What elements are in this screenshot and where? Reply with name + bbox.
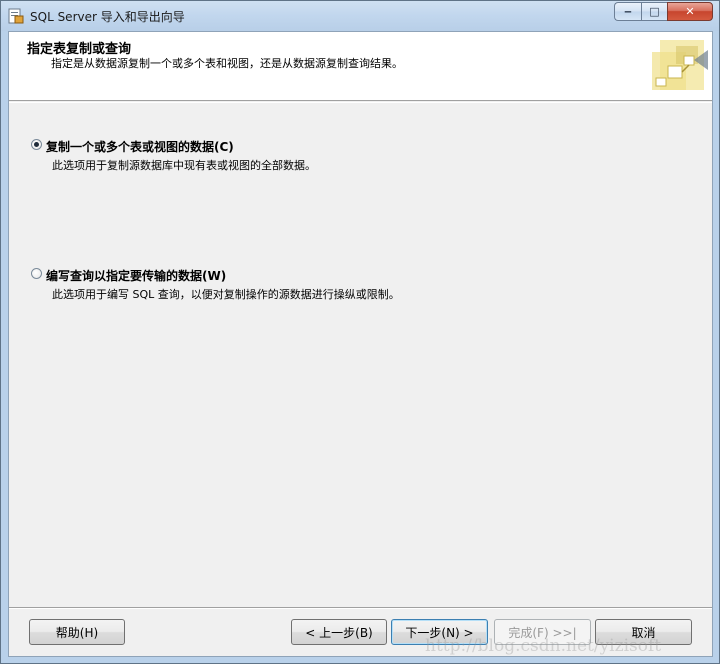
wizard-window: SQL Server 导入和导出向导 ‒ □ ✕ 指定表复制或查询 指定是从数据… <box>0 0 720 664</box>
option-write-query-label[interactable]: 编写查询以指定要传输的数据(W) <box>46 267 226 284</box>
back-button-label: < 上一步(B) <box>305 625 373 640</box>
help-button-label: 帮助(H) <box>55 625 99 640</box>
radio-write-query[interactable] <box>31 268 42 279</box>
title-bar[interactable]: SQL Server 导入和导出向导 ‒ □ ✕ <box>1 1 719 31</box>
option-copy-tables-description: 此选项用于复制源数据库中现有表或视图的全部数据。 <box>52 159 316 172</box>
option-write-query-description: 此选项用于编写 SQL 查询，以便对复制操作的源数据进行操纵或限制。 <box>52 288 400 301</box>
wizard-logo-icon <box>652 40 708 90</box>
page-subtitle: 指定是从数据源复制一个或多个表和视图，还是从数据源复制查询结果。 <box>51 57 403 70</box>
window-controls: ‒ □ ✕ <box>614 2 713 21</box>
close-button[interactable]: ✕ <box>667 2 713 21</box>
maximize-button[interactable]: □ <box>641 2 667 21</box>
watermark-text: http://blog.csdn.net/yizisoft <box>425 636 662 656</box>
minimize-icon: ‒ <box>624 5 632 18</box>
radio-selected-dot <box>34 142 39 147</box>
back-button[interactable]: < 上一步(B) <box>291 619 387 645</box>
wizard-page: 指定表复制或查询 指定是从数据源复制一个或多个表和视图，还是从数据源复制查询结果… <box>8 31 713 657</box>
minimize-button[interactable]: ‒ <box>614 2 641 21</box>
radio-copy-tables[interactable] <box>31 139 42 150</box>
footer-divider <box>9 607 712 609</box>
maximize-icon: □ <box>649 5 660 18</box>
close-icon: ✕ <box>685 5 695 18</box>
window-title: SQL Server 导入和导出向导 <box>30 10 185 24</box>
page-header: 指定表复制或查询 指定是从数据源复制一个或多个表和视图，还是从数据源复制查询结果… <box>9 32 712 101</box>
app-icon <box>8 8 24 24</box>
option-copy-tables-label[interactable]: 复制一个或多个表或视图的数据(C) <box>46 138 234 155</box>
help-button[interactable]: 帮助(H) <box>29 619 125 645</box>
header-divider <box>9 102 712 103</box>
